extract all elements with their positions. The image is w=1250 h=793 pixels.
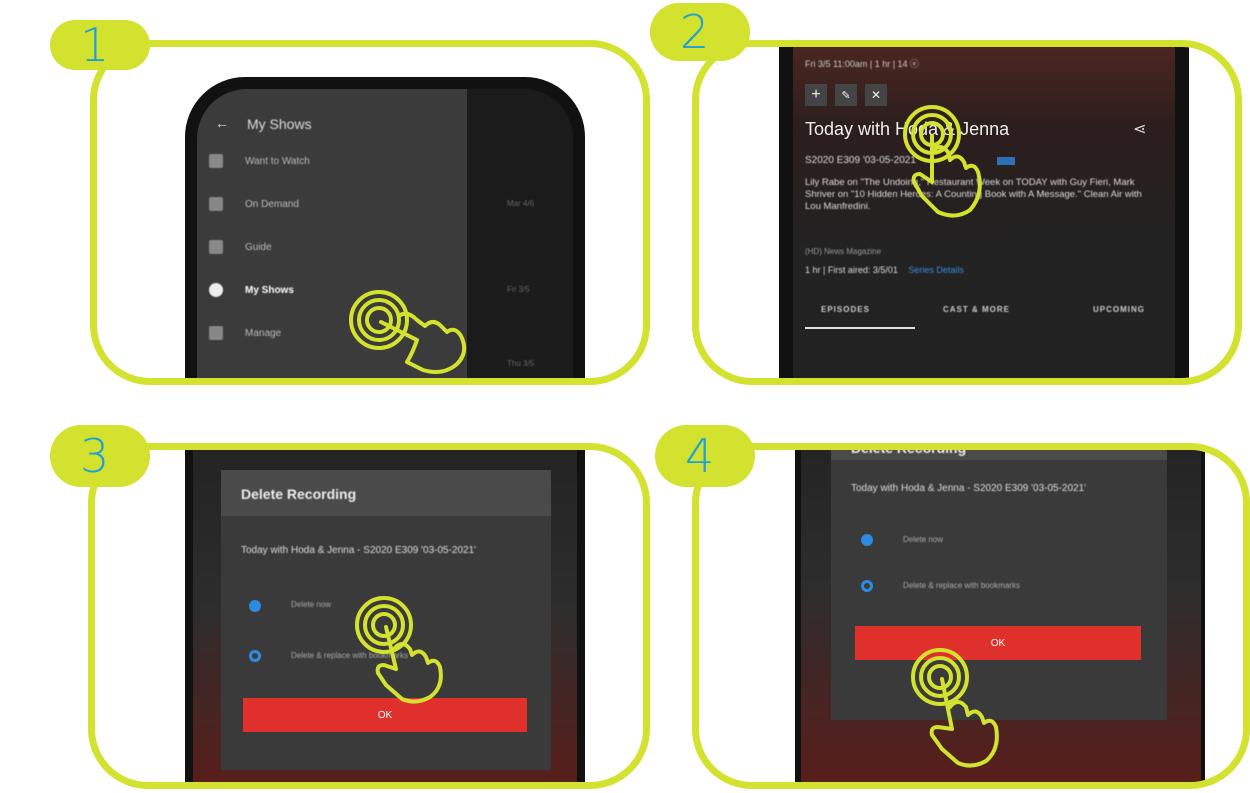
genre-label: (HD) News Magazine bbox=[805, 247, 882, 256]
option-delete-now: Delete now bbox=[291, 600, 332, 609]
meta-line: Fri 3/5 11:00am | 1 hr | 14 ⓔ bbox=[805, 59, 920, 69]
step-number-badge: 2 bbox=[650, 3, 750, 61]
tab-cast-more[interactable]: CAST & MORE bbox=[943, 305, 1010, 314]
tap-hand-icon bbox=[349, 290, 467, 374]
time-label: Fri 3/5 bbox=[507, 285, 530, 294]
dialog-title: Delete Recording bbox=[241, 486, 357, 502]
on-demand-icon bbox=[209, 197, 223, 211]
option-delete-now: Delete now bbox=[903, 535, 944, 544]
radio-delete-now[interactable] bbox=[249, 600, 261, 612]
tap-hand-icon bbox=[355, 596, 443, 704]
tab-upcoming[interactable]: UPCOMING bbox=[1093, 305, 1145, 314]
tab-underline bbox=[805, 327, 915, 329]
step-2-panel: Fri 3/5 11:00am | 1 hr | 14 ⓔ + ✎ ✕ Toda… bbox=[692, 40, 1242, 385]
details-line: 1 hr | First aired: 3/5/01 Series Detail… bbox=[805, 265, 964, 275]
dialog-title: Delete Recording bbox=[851, 443, 967, 456]
step-number: 1 bbox=[80, 18, 110, 72]
action-icons: + ✎ ✕ bbox=[805, 84, 887, 106]
background-list: Mar 4/6 Fri 3/5 Thu 3/5 bbox=[467, 89, 573, 378]
series-details-link[interactable]: Series Details bbox=[908, 265, 964, 275]
add-icon[interactable]: + bbox=[805, 84, 827, 106]
tap-hand-icon bbox=[911, 648, 999, 768]
menu-item-my-shows[interactable]: My Shows bbox=[197, 270, 294, 310]
step-number-badge: 3 bbox=[50, 425, 150, 487]
time-label: Mar 4/6 bbox=[507, 199, 535, 208]
radio-delete-now[interactable] bbox=[861, 534, 873, 546]
menu-label: Manage bbox=[245, 327, 282, 339]
tab-episodes[interactable]: EPISODES bbox=[821, 305, 870, 314]
radio-delete-replace[interactable] bbox=[861, 580, 873, 592]
menu-item-on-demand[interactable]: On Demand bbox=[197, 184, 299, 224]
menu-label: Want to Watch bbox=[245, 155, 310, 167]
manage-icon bbox=[209, 326, 223, 340]
my-shows-icon bbox=[209, 283, 223, 297]
step-number-badge: 4 bbox=[655, 425, 755, 487]
menu-label: My Shows bbox=[245, 284, 294, 296]
menu-item-guide[interactable]: Guide bbox=[197, 227, 272, 267]
menu-item-want-to-watch[interactable]: Want to Watch bbox=[197, 141, 310, 181]
menu-item-manage[interactable]: Manage bbox=[197, 313, 281, 353]
header-title: My Shows bbox=[247, 116, 312, 132]
step-4-panel: Delete Recording Today with Hoda & Jenna… bbox=[692, 443, 1250, 789]
step-number: 2 bbox=[680, 5, 710, 59]
bookmark-icon bbox=[209, 154, 223, 168]
hd-badge bbox=[997, 157, 1015, 165]
step-3-panel: Delete Recording Today with Hoda & Jenna… bbox=[88, 443, 650, 789]
dialog-text: Today with Hoda & Jenna - S2020 E309 '03… bbox=[851, 483, 1087, 494]
radio-delete-replace[interactable] bbox=[249, 650, 261, 662]
back-arrow-icon[interactable]: ← bbox=[215, 115, 229, 131]
edit-icon[interactable]: ✎ bbox=[835, 84, 857, 106]
step-number: 4 bbox=[685, 429, 715, 483]
menu-label: On Demand bbox=[245, 198, 299, 210]
menu-label: Guide bbox=[245, 241, 272, 253]
dialog-text: Today with Hoda & Jenna - S2020 E309 '03… bbox=[241, 545, 477, 556]
details-text: 1 hr | First aired: 3/5/01 bbox=[805, 265, 898, 275]
delete-icon[interactable]: ✕ bbox=[865, 84, 887, 106]
tap-hand-icon bbox=[903, 105, 982, 218]
time-label: Thu 3/5 bbox=[507, 359, 535, 368]
share-icon[interactable]: ⋖ bbox=[1133, 119, 1146, 139]
step-1-panel: ← My Shows Want to Watch On Demand Guide… bbox=[90, 40, 650, 385]
step-number: 3 bbox=[80, 429, 110, 483]
step-number-badge: 1 bbox=[50, 18, 150, 72]
option-delete-replace: Delete & replace with bookmarks bbox=[903, 581, 1020, 590]
list-icon bbox=[209, 240, 223, 254]
